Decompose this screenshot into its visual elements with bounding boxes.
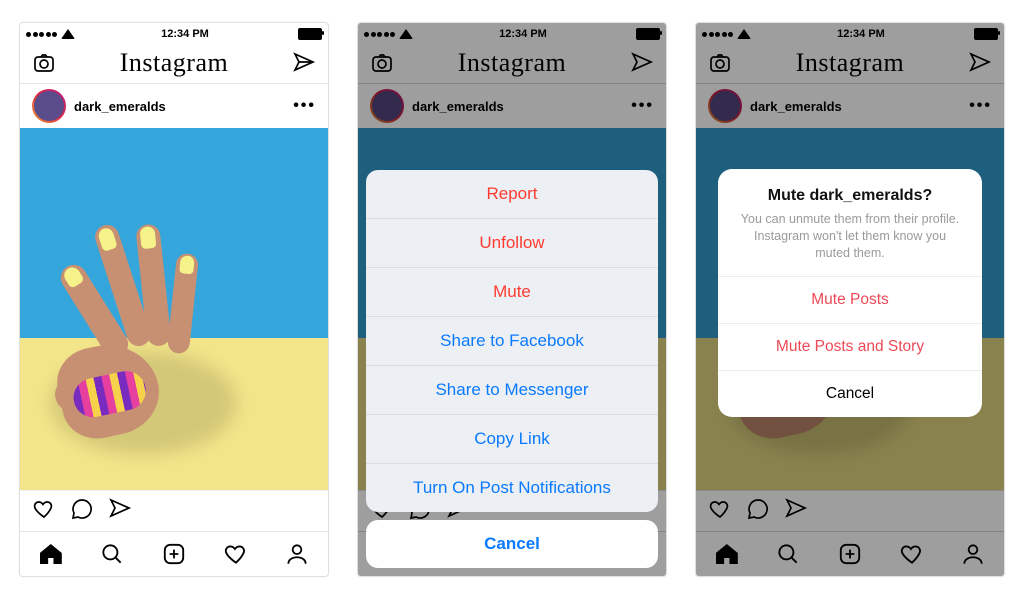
direct-icon[interactable] xyxy=(292,51,316,75)
tab-search-icon[interactable] xyxy=(99,541,125,567)
status-time: 12:34 PM xyxy=(161,28,209,40)
sheet-post-notifications[interactable]: Turn On Post Notifications xyxy=(366,463,658,512)
comment-icon[interactable] xyxy=(70,497,94,526)
sheet-share-facebook[interactable]: Share to Facebook xyxy=(366,316,658,365)
sheet-cancel[interactable]: Cancel xyxy=(366,520,658,568)
tab-home-icon[interactable] xyxy=(38,541,64,567)
tab-add-icon[interactable] xyxy=(161,541,187,567)
alert-cancel[interactable]: Cancel xyxy=(718,370,982,417)
alert-body: You can unmute them from their profile. … xyxy=(740,211,960,262)
alert-title: Mute dark_emeralds? xyxy=(740,187,960,205)
tab-activity-icon[interactable] xyxy=(223,541,249,567)
app-logo: Instagram xyxy=(120,48,228,78)
signal-icon xyxy=(26,32,57,37)
wifi-icon xyxy=(61,29,75,39)
battery-icon xyxy=(298,28,322,40)
action-sheet: Report Unfollow Mute Share to Facebook S… xyxy=(366,170,658,568)
share-icon[interactable] xyxy=(108,497,132,526)
phone-feed: 12:34 PM Instagram dark_emeralds ••• xyxy=(19,22,329,577)
like-icon[interactable] xyxy=(32,497,56,526)
tab-profile-icon[interactable] xyxy=(284,541,310,567)
phone-action-sheet: 12:34 PM Instagram dark_emeralds••• Repo… xyxy=(357,22,667,577)
mute-alert: Mute dark_emeralds? You can unmute them … xyxy=(718,169,982,417)
sheet-mute[interactable]: Mute xyxy=(366,267,658,316)
post-header: dark_emeralds ••• xyxy=(20,84,328,128)
tab-bar xyxy=(20,531,328,576)
post-options-icon[interactable]: ••• xyxy=(293,97,316,115)
sheet-copy-link[interactable]: Copy Link xyxy=(366,414,658,463)
status-bar: 12:34 PM xyxy=(20,23,328,43)
alert-mute-posts-story[interactable]: Mute Posts and Story xyxy=(718,323,982,370)
phone-mute-alert: 12:34 PM Instagram dark_emeralds••• Mute… xyxy=(695,22,1005,577)
camera-icon[interactable] xyxy=(32,51,56,75)
sheet-unfollow[interactable]: Unfollow xyxy=(366,218,658,267)
post-actions xyxy=(20,490,328,531)
post-username[interactable]: dark_emeralds xyxy=(74,99,166,114)
sheet-share-messenger[interactable]: Share to Messenger xyxy=(366,365,658,414)
sheet-report[interactable]: Report xyxy=(366,170,658,218)
avatar[interactable] xyxy=(32,89,66,123)
post-image[interactable] xyxy=(20,128,328,490)
app-header: Instagram xyxy=(20,43,328,84)
alert-mute-posts[interactable]: Mute Posts xyxy=(718,276,982,323)
action-sheet-group: Report Unfollow Mute Share to Facebook S… xyxy=(366,170,658,512)
